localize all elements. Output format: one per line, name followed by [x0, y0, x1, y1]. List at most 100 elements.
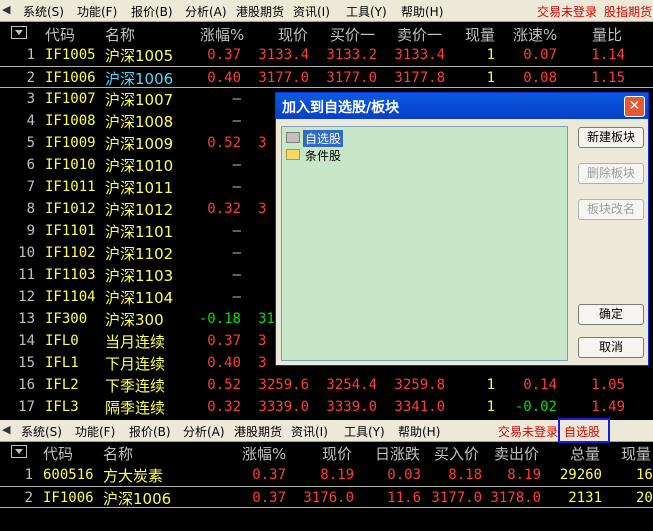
cell-change-pct: —: [232, 91, 241, 107]
cell-bid1: 3339.0: [326, 399, 377, 415]
cell-name: 沪深1103: [105, 267, 174, 285]
header-code[interactable]: 代码: [43, 443, 73, 464]
cell-code: IFL2: [45, 377, 79, 393]
cell-name: 沪深1009: [105, 135, 174, 153]
cell-change-pct: 0.40: [207, 355, 241, 371]
table-row[interactable]: 2 IF1006 沪深1006 0.37 3176.0 11.6 3177.0 3178.0 2…: [0, 486, 653, 508]
row-number: 9: [26, 223, 35, 239]
header-buy-price[interactable]: 买入价: [434, 443, 479, 464]
cell-current-volume: 20: [636, 490, 653, 506]
cell-code: IFL1: [45, 355, 79, 371]
cell-volume: 1: [486, 399, 495, 415]
cell-change-pct: 0.32: [207, 399, 241, 415]
menu-system[interactable]: 系统(S): [21, 423, 62, 440]
header-day-change[interactable]: 日涨跌: [375, 443, 420, 464]
tree-item-label: 自选股: [303, 130, 344, 147]
cell-change-pct: —: [232, 245, 241, 261]
cell-code: IF1006: [43, 490, 94, 506]
table-row[interactable]: 16 IFL2 下季连续 0.52 3259.6 3254.4 3259.8 1 0.14 1.0…: [0, 374, 653, 396]
cell-code: IF1007: [45, 91, 96, 107]
header-price[interactable]: 现价: [278, 24, 308, 45]
menu-tools[interactable]: 工具(Y): [346, 3, 387, 20]
board-tree[interactable]: 自选股 条件股: [281, 126, 568, 361]
rename-board-button[interactable]: 板块改名: [578, 199, 644, 220]
cell-name: 沪深1006: [105, 70, 174, 88]
cell-buy-price: 8.18: [448, 467, 482, 483]
header-change-pct[interactable]: 涨幅%: [200, 24, 244, 45]
header-sell-price[interactable]: 卖出价: [494, 443, 539, 464]
table-row[interactable]: 1 IF1005 沪深1005 0.37 3133.4 3133.2 3133.4 1 0.07…: [0, 44, 653, 66]
row-number: 13: [18, 311, 35, 327]
menu-help[interactable]: 帮助(H): [401, 3, 443, 20]
menu-system[interactable]: 系统(S): [23, 3, 64, 20]
header-name[interactable]: 名称: [105, 24, 135, 45]
cell-name: 沪深1011: [105, 179, 174, 197]
menu-analysis[interactable]: 分析(A): [183, 423, 225, 440]
table-row[interactable]: 17 IFL3 隔季连续 0.32 3339.0 3339.0 3341.0 1 -0.02 1.…: [0, 396, 653, 418]
header-volume[interactable]: 现量: [465, 24, 495, 45]
column-menu-icon[interactable]: [11, 26, 27, 39]
table-header: 代码 名称 涨幅% 现价 日涨跌 买入价 卖出价 总量 现量: [0, 442, 653, 464]
header-code[interactable]: 代码: [45, 24, 75, 45]
cell-name: 下季连续: [105, 377, 166, 395]
menu-info[interactable]: 资讯(I): [291, 423, 328, 440]
dialog-titlebar[interactable]: 加入到自选股/板块 ✕: [276, 93, 648, 119]
menu-analysis[interactable]: 分析(A): [185, 3, 227, 20]
cell-volume: 1: [486, 377, 495, 393]
menu-hk-futures[interactable]: 港股期货: [234, 423, 282, 440]
cancel-button[interactable]: 取消: [578, 337, 644, 358]
menu-help[interactable]: 帮助(H): [398, 423, 440, 440]
header-name[interactable]: 名称: [103, 443, 133, 464]
cell-code: IF1102: [45, 245, 96, 261]
ok-button[interactable]: 确定: [578, 304, 644, 325]
cell-change-pct: —: [232, 179, 241, 195]
cell-code: IF1009: [45, 135, 96, 151]
cell-name: 沪深1012: [105, 201, 174, 219]
quote-table-bottom: 代码 名称 涨幅% 现价 日涨跌 买入价 卖出价 总量 现量 1 600516 方大…: [0, 442, 653, 531]
cell-change-pct: 0.40: [207, 70, 241, 86]
header-price[interactable]: 现价: [322, 443, 352, 464]
cell-name: 沪深1102: [105, 245, 174, 263]
delete-board-button[interactable]: 删除板块: [578, 163, 644, 184]
menu-arrow-icon[interactable]: ◀: [2, 3, 10, 16]
cell-sell-price: 8.19: [507, 467, 541, 483]
header-bid1[interactable]: 买价一: [330, 24, 375, 45]
new-board-button[interactable]: 新建板块: [578, 127, 644, 148]
cell-code: 600516: [43, 467, 94, 483]
cell-volume: 1: [486, 70, 495, 86]
row-number: 10: [18, 245, 35, 261]
cell-volume-ratio: 1.15: [591, 70, 625, 86]
close-icon[interactable]: ✕: [624, 96, 645, 117]
menu-hk-futures[interactable]: 港股期货: [236, 3, 284, 20]
current-board-label: 股指期货: [604, 5, 653, 19]
column-menu-icon[interactable]: [11, 445, 27, 458]
cell-change-pct: —: [232, 223, 241, 239]
menu-quote[interactable]: 报价(B): [131, 3, 173, 20]
header-ask1[interactable]: 卖价一: [397, 24, 442, 45]
menu-info[interactable]: 资讯(I): [293, 3, 330, 20]
cell-volume-ratio: 1.05: [591, 377, 625, 393]
menu-function[interactable]: 功能(F): [75, 423, 115, 440]
login-status[interactable]: 交易未登录: [537, 3, 597, 20]
menu-function[interactable]: 功能(F): [77, 3, 117, 20]
cell-speed: 0.08: [523, 70, 557, 86]
cell-bid1: 3177.0: [326, 70, 377, 86]
cell-code: IF1012: [45, 201, 96, 217]
header-speed[interactable]: 涨速%: [513, 24, 557, 45]
cell-name: 沪深300: [105, 311, 164, 329]
header-current-volume[interactable]: 现量: [621, 443, 651, 464]
menu-quote[interactable]: 报价(B): [129, 423, 171, 440]
menu-arrow-icon[interactable]: ◀: [2, 423, 10, 436]
table-header: 代码 名称 涨幅% 现价 买价一 卖价一 现量 涨速% 量比: [0, 22, 653, 44]
header-total-volume[interactable]: 总量: [570, 443, 600, 464]
cell-speed: 0.14: [523, 377, 557, 393]
cell-name: 沪深1007: [105, 91, 174, 109]
top-menubar: ◀ 系统(S) 功能(F) 报价(B) 分析(A) 港股期货 资讯(I) 工具(…: [0, 0, 653, 22]
table-row[interactable]: 2 IF1006 沪深1006 0.40 3177.0 3177.0 3177.8 1 0.08…: [0, 66, 653, 88]
header-change-pct[interactable]: 涨幅%: [242, 443, 286, 464]
header-volume-ratio[interactable]: 量比: [592, 24, 622, 45]
menu-tools[interactable]: 工具(Y): [344, 423, 385, 440]
cell-total-volume: 2131: [568, 490, 602, 506]
table-row[interactable]: 1 600516 方大炭素 0.37 8.19 0.03 8.18 8.19 29260 16: [0, 464, 653, 486]
login-status[interactable]: 交易未登录: [498, 423, 558, 440]
